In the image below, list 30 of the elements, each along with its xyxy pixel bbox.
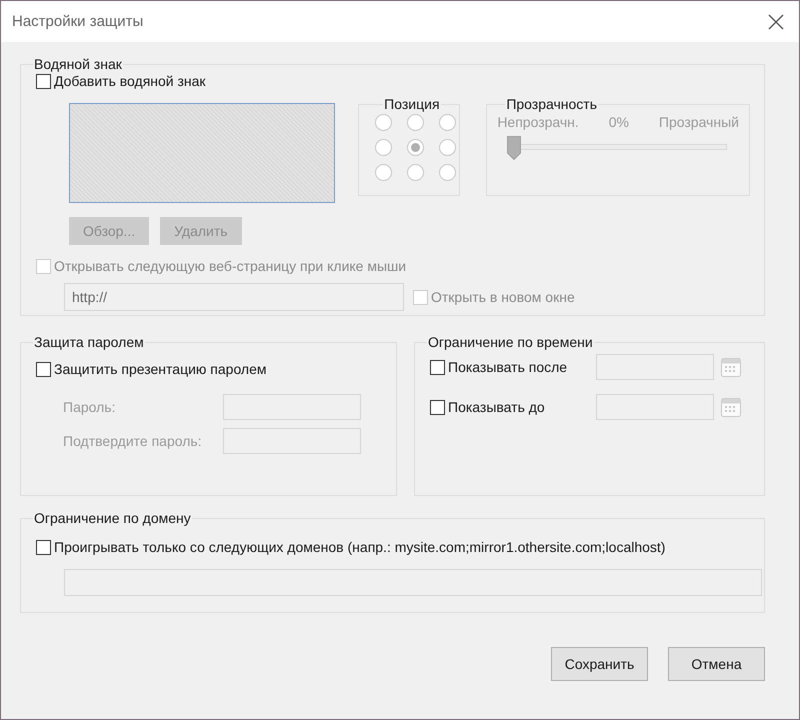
calendar-icon[interactable] xyxy=(720,396,742,418)
calendar-icon[interactable] xyxy=(720,356,742,378)
checkbox[interactable] xyxy=(430,360,445,374)
dialog-button[interactable]: Отмена xyxy=(668,647,765,681)
checkbox-label: Проигрывать только со следующих доменов (напр.: mysite.com;mirror1.othersite.com;localhost) xyxy=(54,538,666,556)
checkbox-label: Защитить презентацию паролем xyxy=(54,360,267,378)
dialog-button[interactable]: Сохранить xyxy=(551,647,648,681)
transparency-slider[interactable] xyxy=(507,136,728,162)
slider-value: 0% xyxy=(608,114,629,130)
checkbox-label: Показывать до xyxy=(448,398,545,416)
group-title: Прозрачность xyxy=(505,96,598,112)
window-title: Настройки защиты xyxy=(12,13,144,30)
group-title: Водяной знак xyxy=(33,56,123,72)
field-label: Пароль: xyxy=(63,399,116,415)
slider-label: Прозрачный xyxy=(658,114,739,130)
field-label: Подтвердите пароль: xyxy=(63,433,203,449)
group-title: Ограничение по времени xyxy=(427,334,594,350)
group-title: Позиция xyxy=(383,96,441,112)
close-icon[interactable] xyxy=(768,14,784,30)
checkbox[interactable] xyxy=(36,74,51,88)
checkbox[interactable] xyxy=(36,362,51,376)
checkbox[interactable] xyxy=(36,540,51,554)
checkbox[interactable] xyxy=(430,400,445,414)
group-title: Защита паролем xyxy=(33,334,145,350)
slider-label: Непрозрачн. xyxy=(497,114,579,130)
checkbox-label: Показывать после xyxy=(448,358,568,376)
checkbox-label: Добавить водяной знак xyxy=(54,72,206,90)
group-title: Ограничение по домену xyxy=(33,510,192,526)
checkbox-label: Открывать следующую веб-страницу при клике мыши xyxy=(54,257,406,275)
checkbox-label: Открыть в новом окне xyxy=(431,288,575,306)
